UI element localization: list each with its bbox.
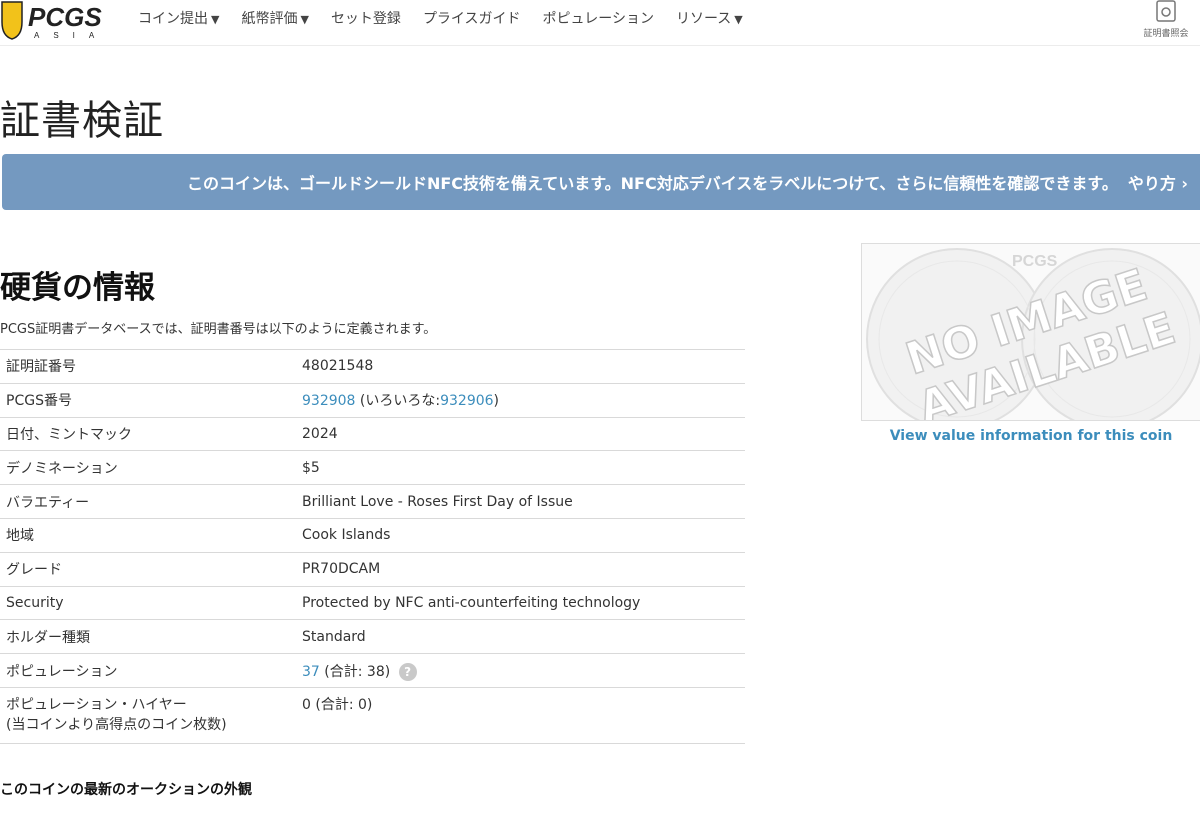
value-info-link[interactable]: View value information for this coin [861, 428, 1200, 444]
table-row: 証明証番号 48021548 [0, 349, 745, 384]
nav-resources[interactable]: リソース ▼ [676, 8, 743, 28]
row-label: 地域 [0, 517, 296, 553]
coin-info-title: 硬貨の情報 [0, 270, 155, 306]
cert-lookup-icon [1156, 0, 1176, 22]
table-row: グレード PR70DCAM [0, 551, 745, 587]
site-header: PCGS ASIA コイン提出 ▼ 紙幣評価 ▼ セット登録 プライスガイド ポピュ… [0, 0, 1200, 46]
how-to-link[interactable]: やり方 › [1128, 170, 1188, 194]
population-total: (合計: 38) [324, 663, 391, 680]
row-label: バラエティー [0, 484, 296, 519]
pop-higher-cell: 0 (合計: 0) [296, 686, 745, 744]
row-label: デノミネーション [0, 450, 296, 485]
security-value: Protected by NFC anti-counterfeiting tec… [296, 585, 745, 620]
chevron-down-icon: ▼ [734, 13, 743, 26]
table-row: 日付、ミントマック 2024 [0, 416, 745, 451]
nfc-banner-text: このコインは、ゴールドシールドNFC技術を備えています。NFC対応デバイスをラベ… [186, 174, 1118, 193]
pop-higher-value: 0 [302, 696, 311, 713]
table-row: ポピュレーション 37 (合計: 38) ? [0, 653, 745, 688]
table-row: Security Protected by NFC anti-counterfe… [0, 585, 745, 620]
svg-text:ASIA: ASIA [34, 31, 108, 40]
auction-appearance-title: このコインの最新のオークションの外観 [0, 782, 252, 798]
denomination-value: $5 [296, 450, 745, 485]
chevron-down-icon: ▼ [211, 13, 220, 26]
coin-info-description: PCGS証明書データベースでは、証明書番号は以下のように定義されます。 [0, 322, 437, 337]
coin-info-table: 証明証番号 48021548 PCGS番号 932908 (いろいろな:9329… [0, 349, 745, 744]
table-row: ホルダー種類 Standard [0, 619, 745, 654]
row-label: ホルダー種類 [0, 619, 296, 654]
svg-text:PCGS: PCGS [1012, 253, 1058, 270]
page-title: 証書検証 [0, 98, 164, 144]
row-label: グレード [0, 551, 296, 587]
table-row: ポピュレーション・ハイヤー (当コインより高得点のコイン枚数) 0 (合計: 0) [0, 686, 745, 744]
holder-value: Standard [296, 619, 745, 654]
variety-number-link[interactable]: 932906 [440, 393, 493, 409]
pcgs-number-cell: 932908 (いろいろな:932906) [296, 382, 745, 418]
main-nav: コイン提出 ▼ 紙幣評価 ▼ セット登録 プライスガイド ポピュレーション リソース… [138, 8, 765, 28]
row-label: 証明証番号 [0, 349, 296, 384]
table-row: バラエティー Brilliant Love - Roses First Day … [0, 484, 745, 519]
nav-banknote-grading[interactable]: 紙幣評価 ▼ [241, 8, 308, 28]
pop-higher-total: (合計: 0) [315, 696, 373, 713]
row-label: Security [0, 585, 296, 620]
pcgs-number-link[interactable]: 932908 [302, 393, 355, 409]
help-icon[interactable]: ? [398, 662, 417, 681]
cert-number-value: 48021548 [296, 349, 745, 384]
row-label: 日付、ミントマック [0, 416, 296, 451]
row-label: PCGS番号 [0, 382, 296, 418]
nav-population[interactable]: ポピュレーション [543, 8, 654, 28]
variety-value: Brilliant Love - Roses First Day of Issu… [296, 484, 745, 519]
cert-lookup-button[interactable]: 証明書照会 [1136, 0, 1196, 44]
nav-price-guide[interactable]: プライスガイド [423, 8, 521, 28]
population-link[interactable]: 37 [302, 664, 320, 680]
variety-suffix: ) [493, 393, 500, 410]
row-label: ポピュレーション・ハイヤー (当コインより高得点のコイン枚数) [0, 686, 296, 744]
no-image-graphic: PCGS NO IMAGE AVAILABLE [866, 248, 1200, 420]
table-row: PCGS番号 932908 (いろいろな:932906) [0, 382, 745, 418]
region-value: Cook Islands [296, 517, 745, 553]
row-label: ポピュレーション [0, 653, 296, 688]
date-value: 2024 [296, 416, 745, 451]
nav-set-registry[interactable]: セット登録 [331, 8, 401, 28]
chevron-down-icon: ▼ [300, 13, 309, 26]
population-cell: 37 (合計: 38) ? [296, 653, 745, 688]
table-row: デノミネーション $5 [0, 450, 745, 485]
pcgs-asia-logo[interactable]: PCGS ASIA [0, 0, 110, 40]
nfc-banner: このコインは、ゴールドシールドNFC技術を備えています。NFC対応デバイスをラベ… [2, 154, 1200, 210]
grade-value: PR70DCAM [296, 551, 745, 587]
svg-text:PCGS: PCGS [28, 2, 102, 32]
table-row: 地域 Cook Islands [0, 517, 745, 553]
nav-coin-submission[interactable]: コイン提出 ▼ [138, 8, 219, 28]
coin-image-placeholder: PCGS NO IMAGE AVAILABLE [861, 243, 1200, 421]
variety-prefix: (いろいろな: [359, 393, 441, 410]
